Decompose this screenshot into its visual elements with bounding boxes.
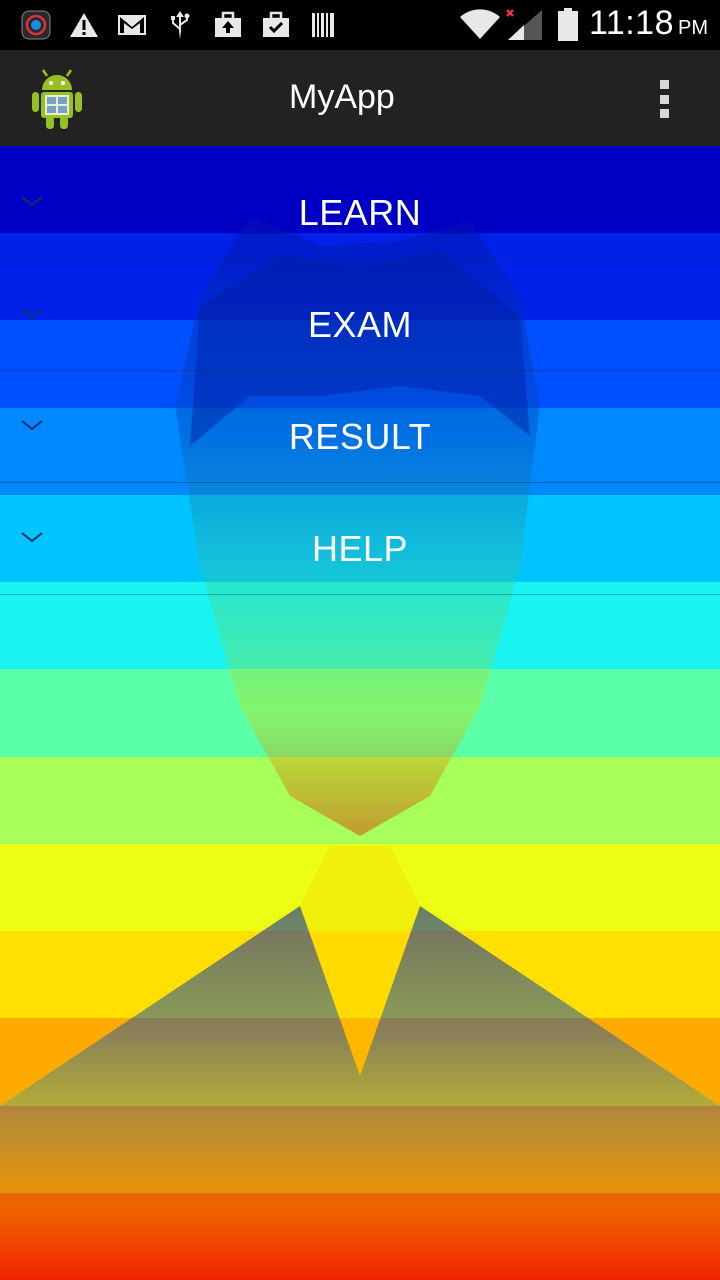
gmail-icon bbox=[116, 9, 148, 41]
menu-item-exam[interactable]: EXAM bbox=[0, 258, 720, 371]
clock-ampm: PM bbox=[678, 17, 708, 39]
menu-item-label: LEARN bbox=[298, 192, 422, 233]
app-title: MyApp bbox=[289, 78, 395, 116]
menu-content: LEARN EXAM RESULT HELP bbox=[0, 146, 720, 1280]
android-calculator-icon[interactable] bbox=[28, 68, 86, 130]
clock-time: 11:18 bbox=[588, 4, 674, 42]
menu-item-learn[interactable]: LEARN bbox=[0, 146, 720, 259]
status-clock: 11:18 PM bbox=[589, 4, 708, 46]
app-notification-icon bbox=[20, 9, 52, 41]
briefcase-check-icon bbox=[260, 9, 292, 41]
menu-item-help[interactable]: HELP bbox=[0, 482, 720, 595]
menu-item-label: RESULT bbox=[288, 416, 432, 457]
briefcase-upload-icon bbox=[212, 9, 244, 41]
menu-item-label: HELP bbox=[311, 528, 409, 569]
wifi-icon bbox=[458, 9, 502, 41]
barcode-icon bbox=[310, 9, 336, 41]
overflow-menu-icon bbox=[659, 80, 669, 89]
status-bar: 11:18 PM bbox=[0, 0, 720, 50]
menu-item-result[interactable]: RESULT bbox=[0, 370, 720, 483]
warning-icon bbox=[68, 9, 100, 41]
battery-icon bbox=[556, 8, 580, 41]
usb-icon bbox=[166, 9, 194, 41]
menu-item-label: EXAM bbox=[307, 304, 413, 345]
overflow-menu-button[interactable] bbox=[648, 74, 680, 124]
signal-no-service-icon bbox=[504, 9, 544, 41]
action-bar: MyApp bbox=[0, 50, 720, 147]
